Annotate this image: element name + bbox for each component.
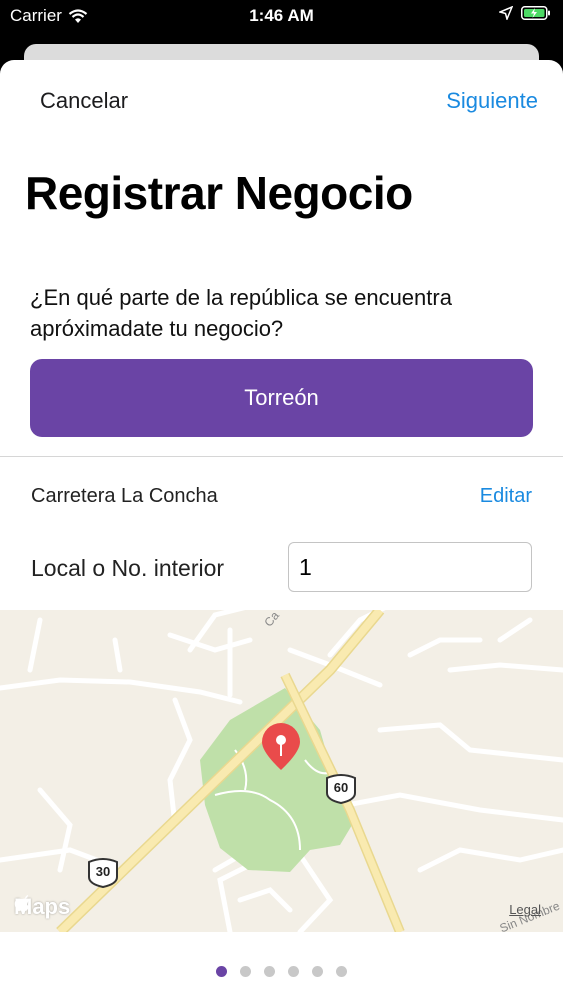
next-button[interactable]: Siguiente bbox=[446, 88, 538, 114]
location-question: ¿En qué parte de la república se encuent… bbox=[30, 285, 452, 341]
location-map[interactable]: 60 30 Ca Sin Nombre Maps Legal bbox=[0, 610, 563, 932]
page-dot-4[interactable] bbox=[288, 966, 299, 977]
page-dot-5[interactable] bbox=[312, 966, 323, 977]
page-title: Registrar Negocio bbox=[25, 167, 413, 219]
local-number-input[interactable] bbox=[288, 542, 532, 592]
cancel-button[interactable]: Cancelar bbox=[40, 88, 128, 114]
page-dot-3[interactable] bbox=[264, 966, 275, 977]
battery-charging-icon bbox=[521, 6, 550, 20]
page-dot-6[interactable] bbox=[336, 966, 347, 977]
route-shield-30-label: 30 bbox=[95, 864, 111, 879]
route-shield-60-label: 60 bbox=[333, 780, 349, 795]
location-arrow-icon bbox=[499, 6, 513, 20]
page-dot-2[interactable] bbox=[240, 966, 251, 977]
map-canvas bbox=[0, 610, 563, 932]
address-street: Carretera La Concha bbox=[31, 485, 218, 507]
status-time: 1:46 AM bbox=[249, 6, 314, 25]
register-business-sheet: Cancelar Siguiente Registrar Negocio ¿En… bbox=[0, 60, 563, 1000]
legal-link[interactable]: Legal bbox=[509, 902, 541, 917]
status-right-group bbox=[499, 6, 551, 20]
page-dot-1[interactable] bbox=[216, 966, 227, 977]
maps-logo: Maps bbox=[14, 894, 70, 920]
apple-logo-icon bbox=[14, 895, 29, 911]
section-divider bbox=[0, 456, 563, 457]
city-select-button[interactable]: Torreón bbox=[30, 359, 533, 437]
status-bar: Carrier 1:46 AM bbox=[0, 0, 563, 34]
edit-address-button[interactable]: Editar bbox=[480, 485, 532, 508]
local-number-label: Local o No. interior bbox=[31, 555, 225, 581]
page-indicator bbox=[0, 966, 563, 980]
